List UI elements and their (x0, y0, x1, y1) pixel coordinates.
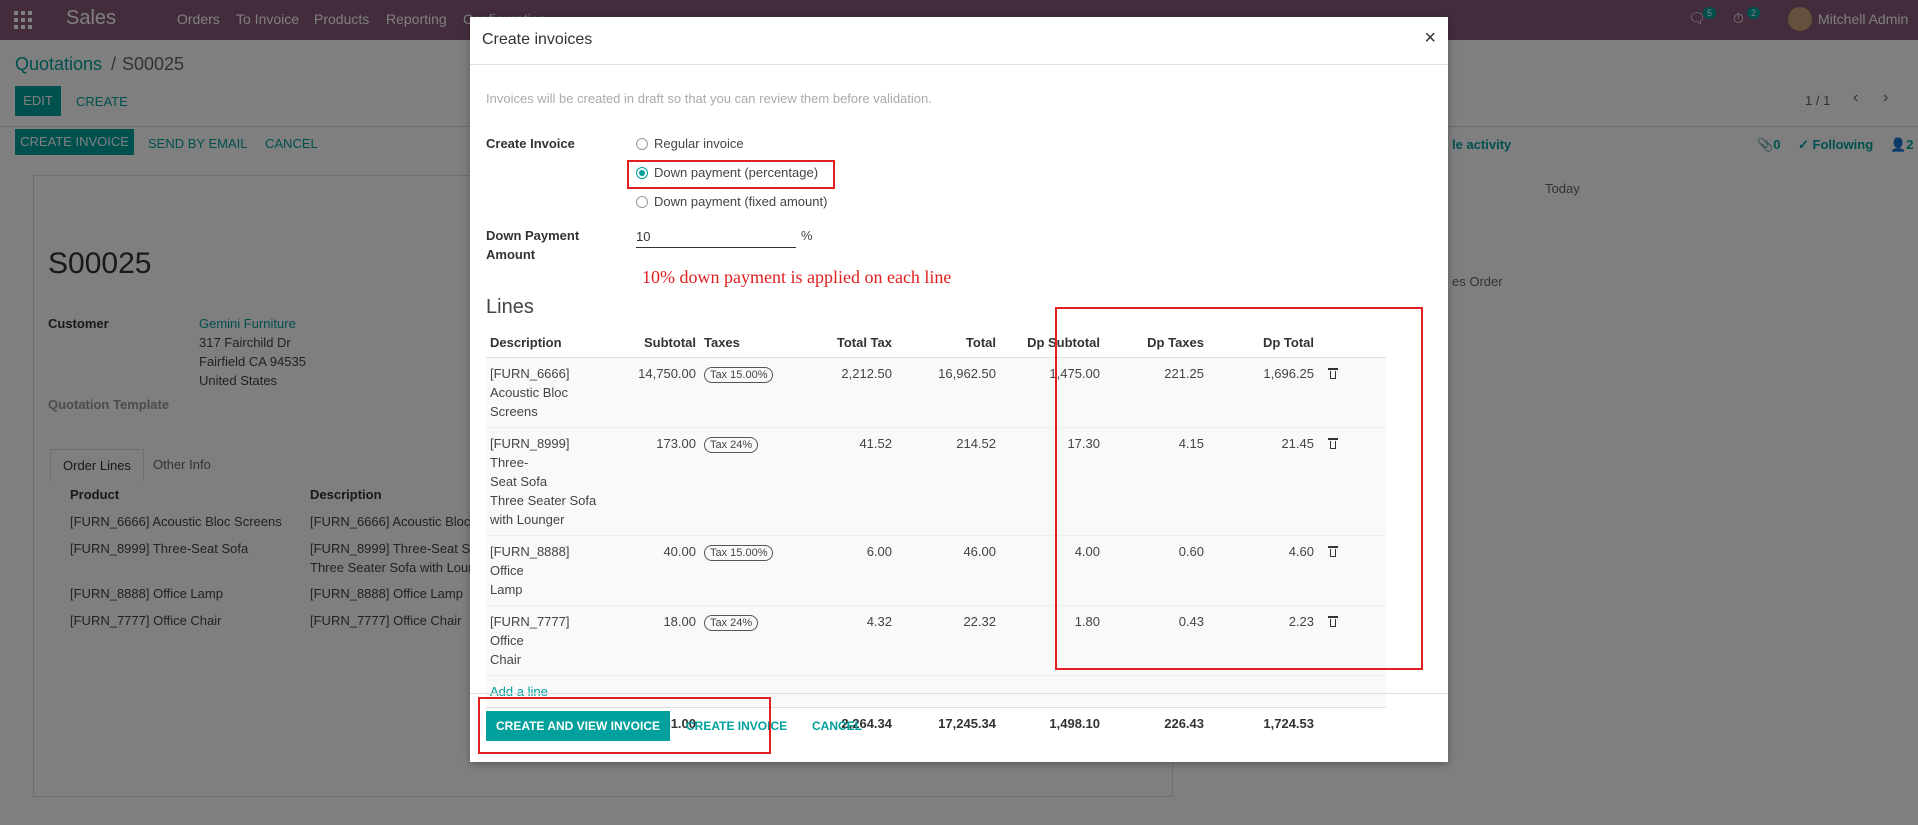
total-dp-taxes: 226.43 (1104, 707, 1208, 739)
down-payment-amount-label-line2: Amount (486, 247, 536, 262)
line-subtotal: 40.00 (663, 544, 696, 559)
line-total-tax: 2,212.50 (841, 366, 892, 381)
line-total-tax: 4.32 (866, 614, 892, 629)
line-description: Lamp (490, 582, 523, 597)
line-description: [FURN_8888] Office (490, 544, 570, 578)
column-total[interactable]: Total (896, 327, 1000, 358)
cancel-button[interactable]: CANCEL (812, 719, 862, 733)
line-description: Seat Sofa (490, 474, 548, 489)
down-payment-amount-input[interactable]: 10 (636, 227, 796, 248)
line-total: 46.00 (963, 544, 996, 559)
lines-section-title: Lines (486, 296, 534, 318)
annotation-box-buttons (478, 697, 771, 754)
line-description: [FURN_8999] Three- (490, 436, 570, 470)
annotation-box-option (627, 160, 835, 189)
annotation-text: 10% down payment is applied on each line (642, 267, 952, 287)
line-total-tax: 6.00 (866, 544, 892, 559)
percent-unit: % (801, 228, 813, 243)
annotation-box-dp-columns (1055, 307, 1423, 670)
line-description: Acoustic Bloc (490, 385, 569, 400)
radio-regular-invoice[interactable] (636, 138, 648, 150)
radio-down-payment-fixed[interactable] (636, 196, 648, 208)
total-total: 17,245.34 (896, 707, 1000, 739)
create-invoices-dialog: Create invoices × Invoices will be creat… (470, 17, 1448, 762)
tax-tag: Tax 15.00% (704, 367, 774, 383)
line-subtotal: 14,750.00 (638, 366, 696, 381)
line-total: 22.32 (963, 614, 996, 629)
line-total-tax: 41.52 (859, 436, 892, 451)
line-total: 16,962.50 (938, 366, 996, 381)
line-total: 214.52 (956, 436, 996, 451)
help-text: Invoices will be created in draft so tha… (486, 91, 932, 106)
dialog-title: Create invoices (482, 31, 593, 48)
down-payment-amount-label-line1: Down Payment (486, 228, 580, 243)
tax-tag: Tax 24% (704, 615, 759, 631)
line-subtotal: 18.00 (663, 614, 696, 629)
line-description: Three Seater Sofa (490, 493, 597, 508)
line-subtotal: 173.00 (656, 436, 696, 451)
total-dp-total: 1,724.53 (1208, 707, 1318, 739)
close-icon[interactable]: × (1424, 27, 1436, 50)
radio-regular-invoice-label[interactable]: Regular invoice (654, 136, 744, 151)
line-description: [FURN_6666] (490, 366, 570, 381)
dialog-footer-divider (470, 693, 1448, 694)
column-taxes[interactable]: Taxes (700, 327, 790, 358)
line-description: with Lounger (490, 512, 565, 527)
line-description: Chair (490, 652, 522, 667)
line-description: Screens (490, 404, 538, 419)
column-description[interactable]: Description (486, 327, 610, 358)
radio-down-payment-fixed-label[interactable]: Down payment (fixed amount) (654, 194, 827, 209)
tax-tag: Tax 15.00% (704, 545, 774, 561)
column-subtotal[interactable]: Subtotal (610, 327, 700, 358)
dialog-header: Create invoices × (470, 17, 1448, 65)
column-total-tax[interactable]: Total Tax (790, 327, 896, 358)
tax-tag: Tax 24% (704, 437, 759, 453)
create-invoice-label: Create Invoice (486, 136, 575, 151)
total-dp-subtotal: 1,498.10 (1000, 707, 1104, 739)
line-description: [FURN_7777] Office (490, 614, 570, 648)
